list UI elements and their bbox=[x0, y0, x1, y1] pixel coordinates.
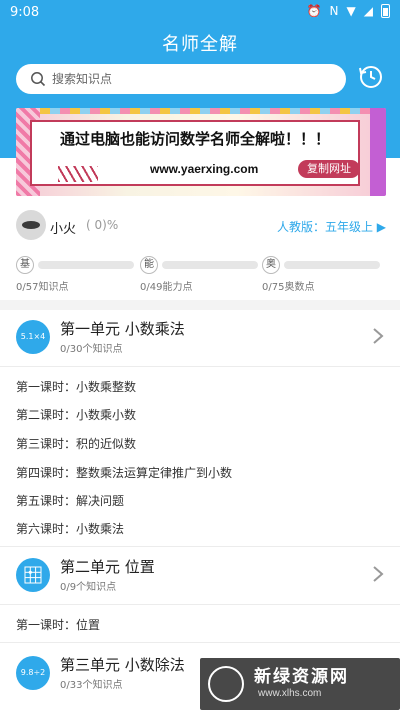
stat-label: 0/49能力点 bbox=[140, 282, 193, 293]
avatar[interactable] bbox=[16, 210, 46, 240]
unit-title: 第二单元 位置 bbox=[60, 558, 155, 576]
search-icon bbox=[31, 72, 46, 87]
wifi-icon: ▼ bbox=[346, 4, 356, 18]
promo-banner[interactable]: 通过电脑也能访问数学名师全解啦！！！ www.yaerxing.com 复制网址 bbox=[16, 108, 386, 196]
stat-progress-bar bbox=[162, 261, 258, 269]
unit-title: 第一单元 小数乘法 bbox=[60, 320, 185, 338]
nfc-icon: N bbox=[329, 4, 339, 18]
unit-icon: 9.8÷2 bbox=[16, 656, 50, 690]
banner-headline: 通过电脑也能访问数学名师全解啦！！！ bbox=[59, 130, 330, 148]
banner-decoration-top bbox=[40, 108, 370, 114]
stat-progress-bar bbox=[38, 261, 134, 269]
page-title: 名师全解 bbox=[162, 34, 238, 55]
divider bbox=[0, 642, 400, 643]
unit-icon: 5.1×4 bbox=[16, 320, 50, 354]
watermark: 新绿资源网 www.xlhs.com bbox=[200, 658, 400, 710]
divider bbox=[0, 366, 400, 367]
divider bbox=[0, 546, 400, 547]
watermark-site: www.xlhs.com bbox=[258, 688, 322, 699]
unit-title: 第三单元 小数除法 bbox=[60, 656, 185, 674]
lesson-item[interactable]: 第六课时：小数乘法 bbox=[16, 520, 124, 537]
chevron-right-icon bbox=[373, 328, 384, 344]
lesson-item[interactable]: 第一课时：小数乘整数 bbox=[16, 378, 136, 395]
status-bar: 9:08 ⏰ N ▼ ◢ bbox=[0, 0, 400, 26]
divider bbox=[0, 604, 400, 605]
banner-stripes bbox=[58, 166, 98, 182]
unit-count: 0/9个知识点 bbox=[60, 582, 117, 593]
unit-count: 0/33个知识点 bbox=[60, 680, 123, 691]
watermark-logo bbox=[208, 666, 244, 702]
search-bar[interactable] bbox=[16, 64, 346, 94]
user-progress-percent: ( 0)% bbox=[86, 218, 119, 232]
lesson-item[interactable]: 第三课时：积的近似数 bbox=[16, 435, 136, 452]
stat-progress-bar bbox=[284, 261, 380, 269]
user-name: 小火 bbox=[50, 222, 77, 237]
lesson-item[interactable]: 第四课时：整数乘法运算定律推广到小数 bbox=[16, 464, 232, 481]
search-input[interactable] bbox=[52, 70, 332, 88]
banner-decoration-right bbox=[370, 108, 386, 196]
banner-url: www.yaerxing.com bbox=[150, 162, 259, 176]
lesson-item[interactable]: 第一课时：位置 bbox=[16, 616, 100, 633]
alarm-icon: ⏰ bbox=[306, 4, 322, 18]
lesson-item[interactable]: 第二课时：小数乘小数 bbox=[16, 406, 136, 423]
watermark-name: 新绿资源网 bbox=[254, 667, 349, 687]
stat-badge: 能 bbox=[140, 256, 158, 274]
signal-icon: ◢ bbox=[363, 4, 373, 18]
stat-badge: 奥 bbox=[262, 256, 280, 274]
stat-label: 0/75奥数点 bbox=[262, 282, 315, 293]
history-icon[interactable] bbox=[357, 62, 385, 92]
lesson-item[interactable]: 第五课时：解决问题 bbox=[16, 492, 124, 509]
stat-badge: 基 bbox=[16, 256, 34, 274]
edition-selector[interactable]: 人教版：五年级上 ▶ bbox=[277, 218, 386, 235]
user-row: 小火 ( 0)% 人教版：五年级上 ▶ bbox=[16, 210, 386, 242]
status-icons: ⏰ N ▼ ◢ bbox=[307, 4, 390, 18]
stat-label: 0/57知识点 bbox=[16, 282, 69, 293]
unit-header-2[interactable]: 第二单元 位置 0/9个知识点 bbox=[16, 556, 386, 596]
battery-icon bbox=[381, 4, 390, 18]
status-time: 9:08 bbox=[10, 5, 40, 20]
chevron-right-icon bbox=[373, 566, 384, 582]
banner-card: 通过电脑也能访问数学名师全解啦！！！ www.yaerxing.com 复制网址 bbox=[30, 120, 360, 186]
copy-url-button[interactable]: 复制网址 bbox=[298, 160, 360, 178]
section-divider bbox=[0, 300, 400, 310]
grid-icon bbox=[16, 558, 50, 592]
unit-header-1[interactable]: 5.1×4 第一单元 小数乘法 0/30个知识点 bbox=[16, 318, 386, 358]
unit-count: 0/30个知识点 bbox=[60, 344, 123, 355]
